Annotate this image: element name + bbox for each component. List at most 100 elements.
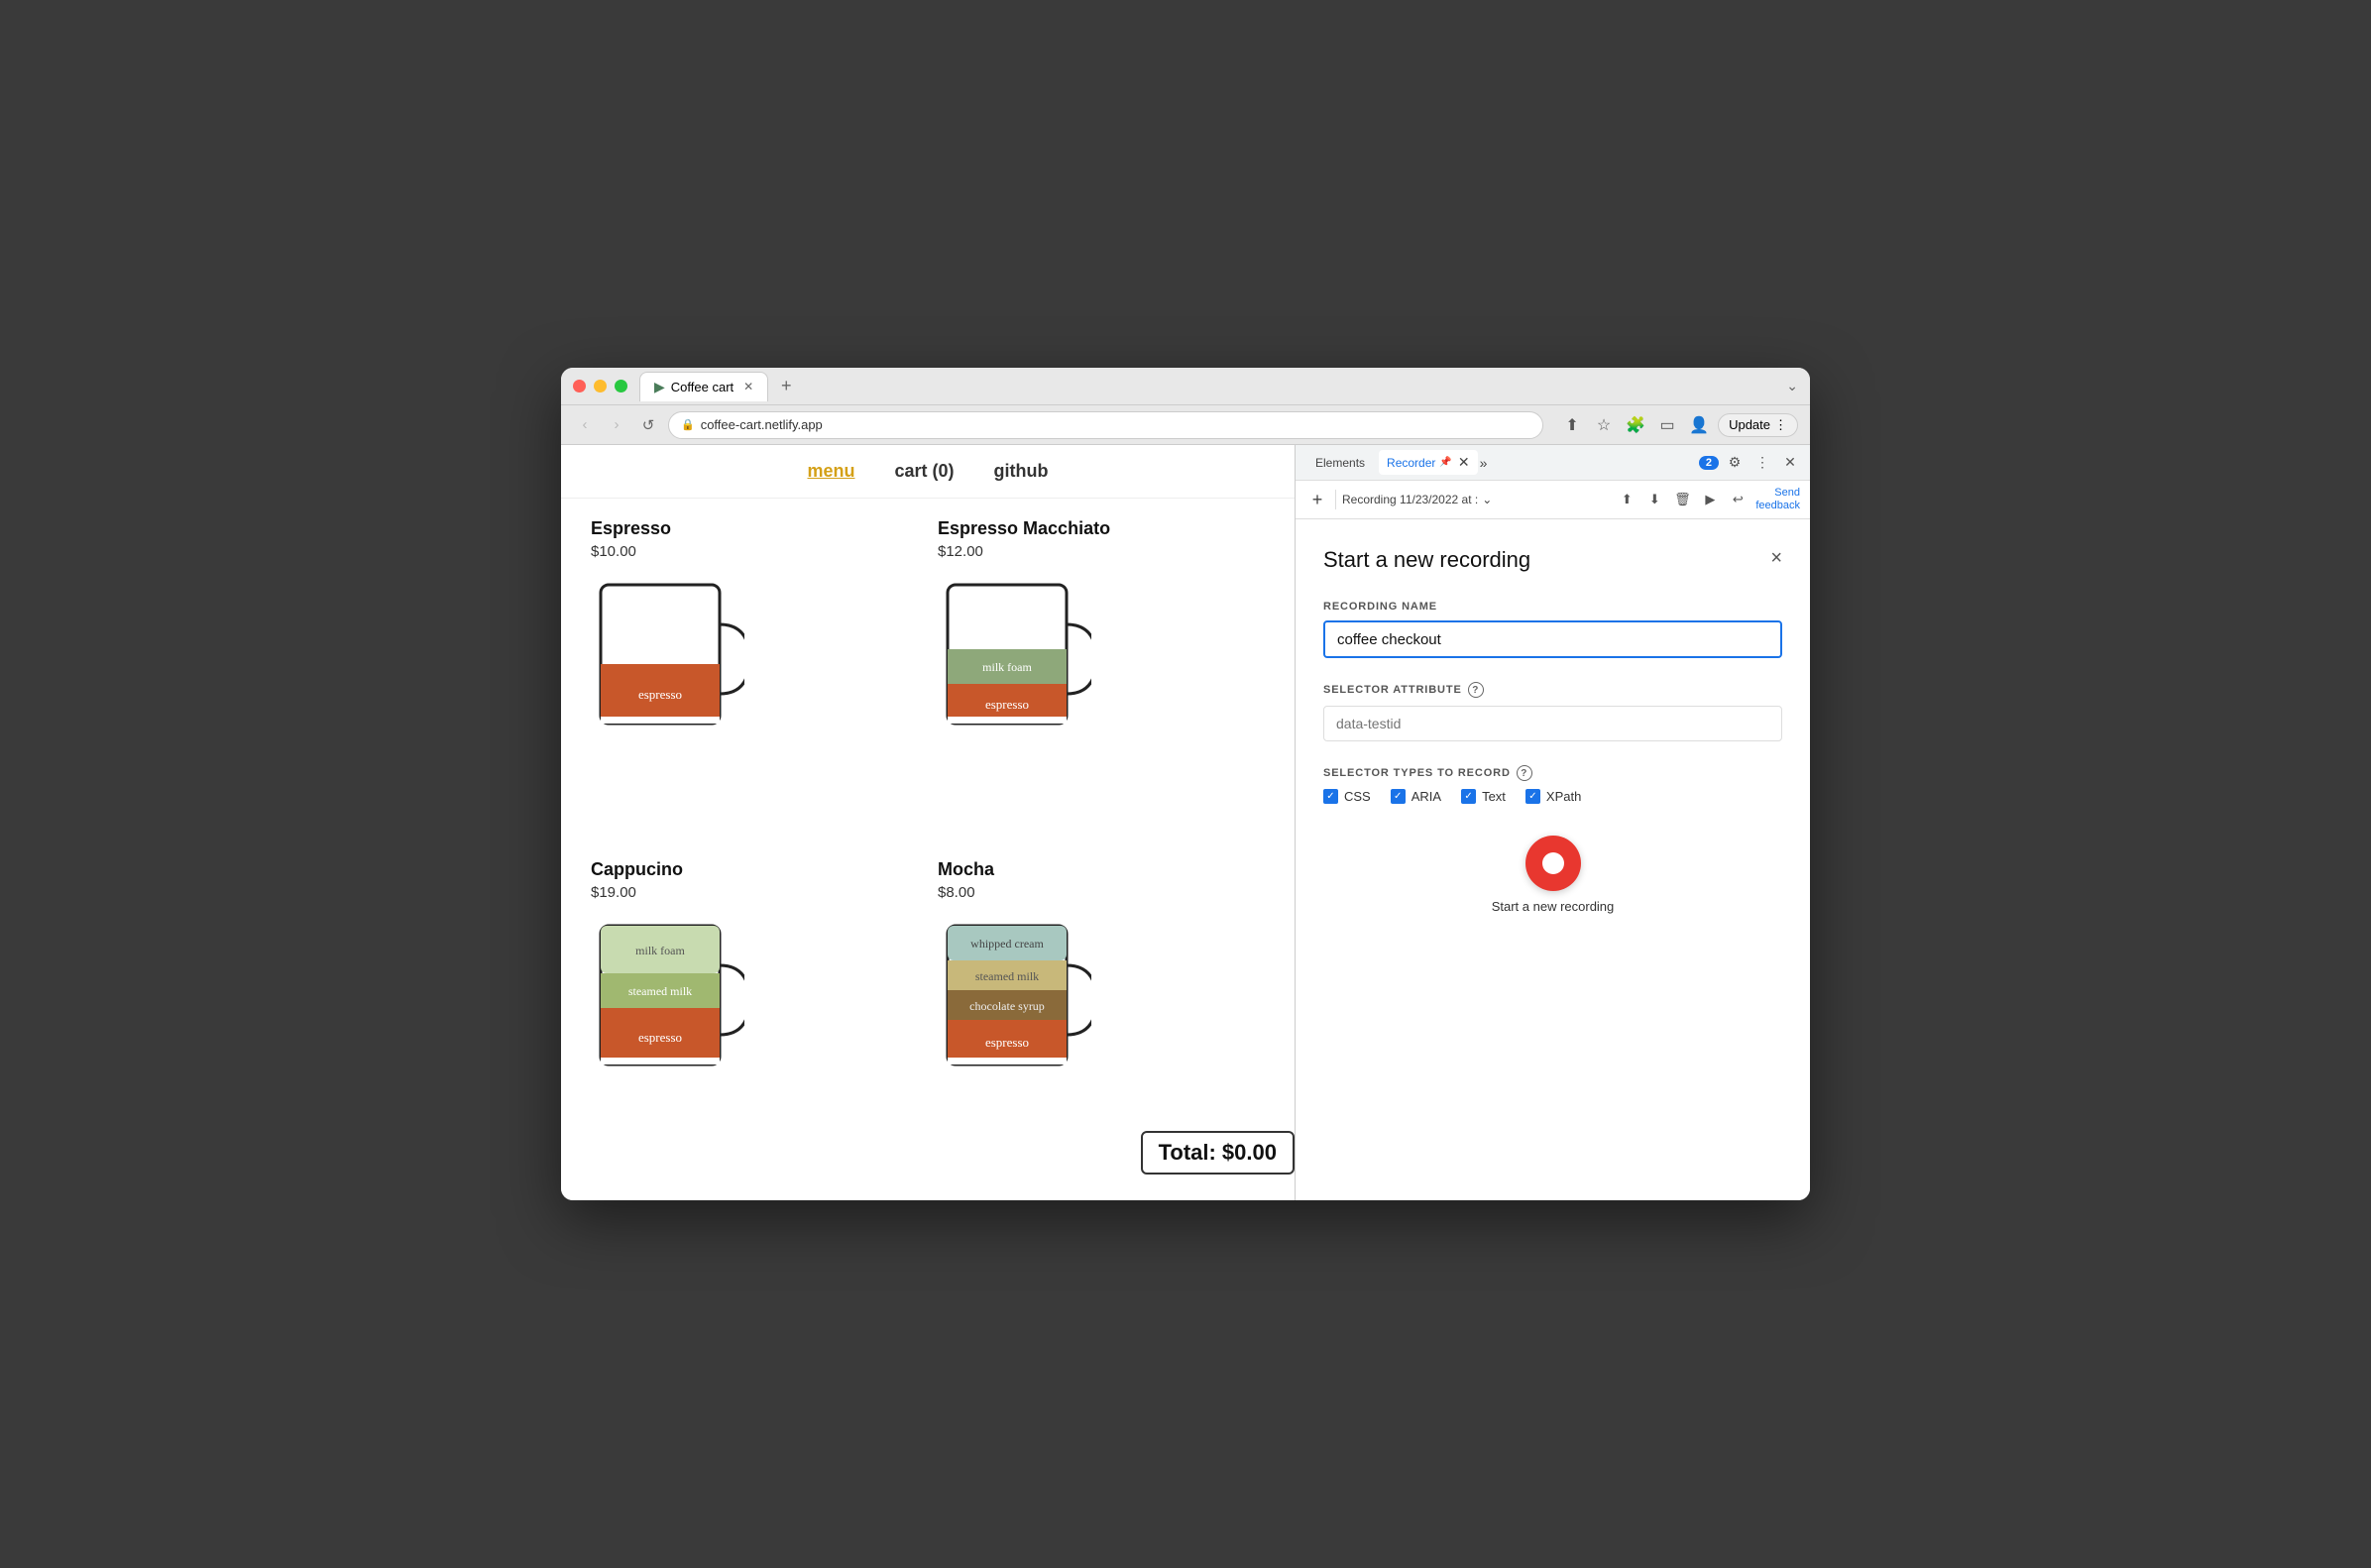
cup-svg: espresso	[591, 570, 744, 743]
recorder-close-button[interactable]: ×	[1770, 547, 1782, 570]
checkbox-css[interactable]: ✓ CSS	[1323, 789, 1371, 804]
checkbox-aria[interactable]: ✓ ARIA	[1391, 789, 1441, 804]
chevron-down-icon[interactable]: ⌄	[1482, 493, 1492, 506]
devtools-right-icons: 2 ⚙ ⋮ ✕	[1699, 451, 1802, 475]
checkbox-css-box: ✓	[1323, 789, 1338, 804]
tab-recorder[interactable]: Recorder 📌 ✕	[1379, 450, 1478, 475]
coffee-price: $10.00	[591, 543, 918, 560]
more-options-icon[interactable]: ⋮	[1750, 451, 1774, 475]
new-tab-button[interactable]: +	[772, 373, 800, 400]
active-tab[interactable]: ▶ Coffee cart ✕	[639, 372, 768, 401]
tab-bar: ▶ Coffee cart ✕ + ⌄	[639, 372, 1798, 401]
close-button[interactable]	[573, 380, 586, 392]
reload-button[interactable]: ↺	[636, 416, 660, 434]
traffic-lights	[573, 380, 627, 392]
coffee-price: $12.00	[938, 543, 1265, 560]
notification-badge: 2	[1699, 456, 1719, 470]
recording-name-field-group: RECORDING NAME	[1323, 601, 1782, 682]
url-bar[interactable]: 🔒 coffee-cart.netlify.app	[668, 411, 1543, 439]
tab-menu-button[interactable]: ⌄	[1786, 378, 1798, 394]
more-tabs-icon[interactable]: »	[1480, 455, 1488, 471]
recording-name-label: RECORDING NAME	[1323, 601, 1782, 613]
update-btn-label: Update	[1729, 417, 1770, 432]
recorder-content: Start a new recording × RECORDING NAME S…	[1296, 519, 1810, 1200]
lock-icon: 🔒	[681, 418, 695, 431]
add-recording-button[interactable]: +	[1305, 488, 1329, 511]
maximize-button[interactable]	[615, 380, 627, 392]
svg-text:espresso: espresso	[638, 1030, 682, 1045]
checkbox-xpath-label: XPath	[1546, 789, 1581, 804]
cup-svg: milk foam steamed milk espresso	[591, 911, 744, 1084]
coffee-name: Cappucino	[591, 859, 918, 880]
svg-text:steamed milk: steamed milk	[628, 984, 692, 998]
nav-cart-link[interactable]: cart (0)	[895, 461, 955, 482]
toolbar-divider	[1335, 490, 1336, 509]
selector-types-help-icon[interactable]: ?	[1517, 765, 1532, 781]
play-icon[interactable]: ▶	[1698, 488, 1722, 511]
selector-attr-help-icon[interactable]: ?	[1468, 682, 1484, 698]
coffee-cup-mocha[interactable]: whipped cream steamed milk chocolate syr…	[938, 911, 1091, 1084]
list-item: Mocha $8.00 whipped cream steamed milk	[938, 859, 1265, 1180]
nav-github-link[interactable]: github	[994, 461, 1049, 482]
selector-types-group: SELECTOR TYPES TO RECORD ? ✓ CSS ✓ ARIA	[1323, 765, 1782, 804]
upload-icon[interactable]: ⬆	[1615, 488, 1638, 511]
profile-icon[interactable]: 👤	[1686, 415, 1712, 435]
recorder-toolbar: + Recording 11/23/2022 at : ⌄ ⬆ ⬇ 🗑 ▶ ↩ …	[1296, 481, 1810, 519]
bookmark-icon[interactable]: ☆	[1591, 415, 1617, 435]
browser-window: ▶ Coffee cart ✕ + ⌄ ‹ › ↺ 🔒 coffee-cart.…	[561, 368, 1810, 1200]
site-nav: menu cart (0) github	[561, 445, 1295, 499]
rewind-icon[interactable]: ↩	[1726, 488, 1750, 511]
coffee-cup-macchiato[interactable]: milk foam espresso	[938, 570, 1091, 743]
coffee-name: Espresso	[591, 518, 918, 539]
back-button[interactable]: ‹	[573, 416, 597, 433]
list-item: Cappucino $19.00 milk foam steamed milk	[591, 859, 918, 1180]
update-button[interactable]: Update ⋮	[1718, 413, 1798, 437]
selector-attr-input[interactable]	[1323, 706, 1782, 741]
svg-text:steamed milk: steamed milk	[975, 969, 1039, 983]
tab-title: Coffee cart	[671, 380, 734, 394]
coffee-name: Espresso Macchiato	[938, 518, 1265, 539]
svg-text:chocolate syrup: chocolate syrup	[969, 999, 1045, 1013]
checkbox-text-box: ✓	[1461, 789, 1476, 804]
delete-icon[interactable]: 🗑	[1670, 488, 1694, 511]
coffee-cup-cappucino[interactable]: milk foam steamed milk espresso	[591, 911, 744, 1084]
tab-elements[interactable]: Elements	[1303, 452, 1377, 474]
cup-svg: milk foam espresso	[938, 570, 1091, 743]
forward-button[interactable]: ›	[605, 416, 628, 433]
checkbox-xpath-box: ✓	[1525, 789, 1540, 804]
recording-name-text: Recording 11/23/2022 at :	[1342, 493, 1478, 506]
settings-icon[interactable]: ⚙	[1723, 451, 1747, 475]
checkbox-aria-box: ✓	[1391, 789, 1406, 804]
coffee-grid: Espresso $10.00 espresso	[561, 499, 1295, 1200]
download-icon[interactable]: ⬇	[1642, 488, 1666, 511]
nav-menu-link[interactable]: menu	[807, 461, 854, 482]
record-inner-circle	[1542, 852, 1564, 874]
recorder-label: Recorder	[1387, 456, 1435, 470]
extensions-icon[interactable]: 🧩	[1623, 415, 1648, 435]
recorder-title-row: Start a new recording ×	[1323, 547, 1782, 573]
checkbox-xpath[interactable]: ✓ XPath	[1525, 789, 1581, 804]
devtools-panel: Elements Recorder 📌 ✕ » 2 ⚙ ⋮ ✕ +	[1295, 445, 1810, 1200]
update-btn-more-icon: ⋮	[1774, 417, 1787, 433]
url-text: coffee-cart.netlify.app	[701, 417, 823, 432]
sidebar-icon[interactable]: ▭	[1654, 415, 1680, 435]
share-icon[interactable]: ⬆	[1559, 415, 1585, 435]
total-badge: Total: $0.00	[1141, 1131, 1295, 1175]
minimize-button[interactable]	[594, 380, 607, 392]
recorder-tab-close-icon[interactable]: ✕	[1458, 454, 1470, 471]
coffee-cup-espresso[interactable]: espresso	[591, 570, 744, 743]
checkbox-text-label: Text	[1482, 789, 1506, 804]
checkbox-text[interactable]: ✓ Text	[1461, 789, 1506, 804]
list-item: Espresso $10.00 espresso	[591, 518, 918, 840]
recorder-panel-title: Start a new recording	[1323, 547, 1530, 573]
send-feedback-link[interactable]: Sendfeedback	[1755, 487, 1800, 512]
svg-text:milk foam: milk foam	[635, 944, 685, 957]
selector-types-label: SELECTOR TYPES TO RECORD ?	[1323, 765, 1782, 781]
recording-name-input[interactable]	[1323, 620, 1782, 658]
start-recording-label: Start a new recording	[1492, 899, 1615, 914]
start-recording-button[interactable]	[1525, 836, 1581, 891]
devtools-close-icon[interactable]: ✕	[1778, 451, 1802, 475]
svg-text:milk foam: milk foam	[982, 660, 1032, 674]
tab-close-icon[interactable]: ✕	[743, 380, 753, 393]
main-content: menu cart (0) github Espresso $10.00	[561, 445, 1810, 1200]
